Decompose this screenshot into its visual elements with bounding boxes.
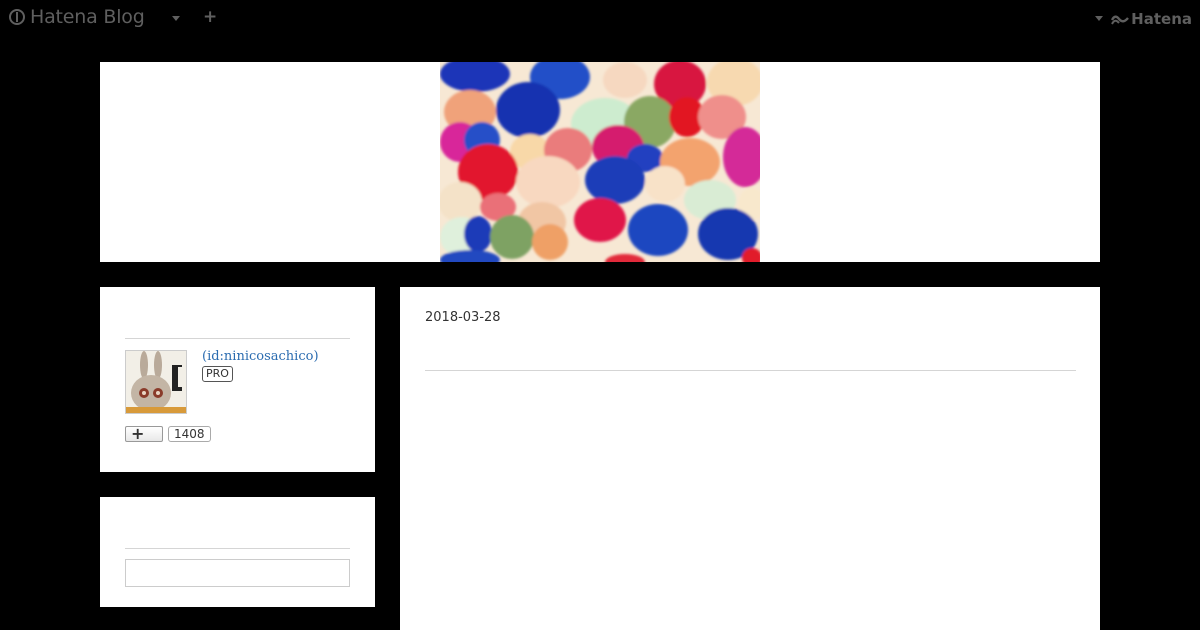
- main-content: 2018-03-28: [400, 287, 1100, 630]
- top-navigation-bar: Hatena Blog + Hatena: [0, 0, 1200, 38]
- profile-module: (id:ninicosachico) PRO + 1408: [100, 287, 375, 472]
- rabbit-avatar-icon: [126, 351, 186, 413]
- entry-date[interactable]: 2018-03-28: [425, 310, 501, 325]
- header-artwork: [440, 62, 760, 262]
- follow-button[interactable]: +: [125, 424, 163, 443]
- avatar[interactable]: [125, 350, 187, 414]
- hatena-blog-logo[interactable]: Hatena Blog: [9, 6, 145, 28]
- blog-header-image[interactable]: [440, 62, 760, 262]
- hatena-account-link[interactable]: Hatena: [1111, 10, 1192, 28]
- search-input[interactable]: [125, 559, 350, 587]
- divider: [425, 370, 1076, 371]
- user-id-link[interactable]: (id:ninicosachico): [202, 349, 319, 364]
- follower-count[interactable]: 1408: [168, 426, 211, 442]
- plus-icon: +: [131, 424, 145, 443]
- divider: [125, 548, 350, 549]
- pro-badge: PRO: [202, 366, 233, 382]
- chevron-down-icon[interactable]: [1095, 16, 1103, 21]
- hatena-blog-logo-icon: [9, 9, 25, 25]
- brand-name: Hatena Blog: [30, 6, 145, 28]
- chevron-down-icon[interactable]: [172, 16, 180, 21]
- search-module: [100, 497, 375, 607]
- blog-header: [100, 62, 1100, 262]
- hatena-brand-label: Hatena: [1131, 10, 1192, 28]
- plus-icon[interactable]: +: [203, 9, 217, 26]
- hatena-wave-icon: [1111, 15, 1130, 25]
- divider: [125, 338, 350, 339]
